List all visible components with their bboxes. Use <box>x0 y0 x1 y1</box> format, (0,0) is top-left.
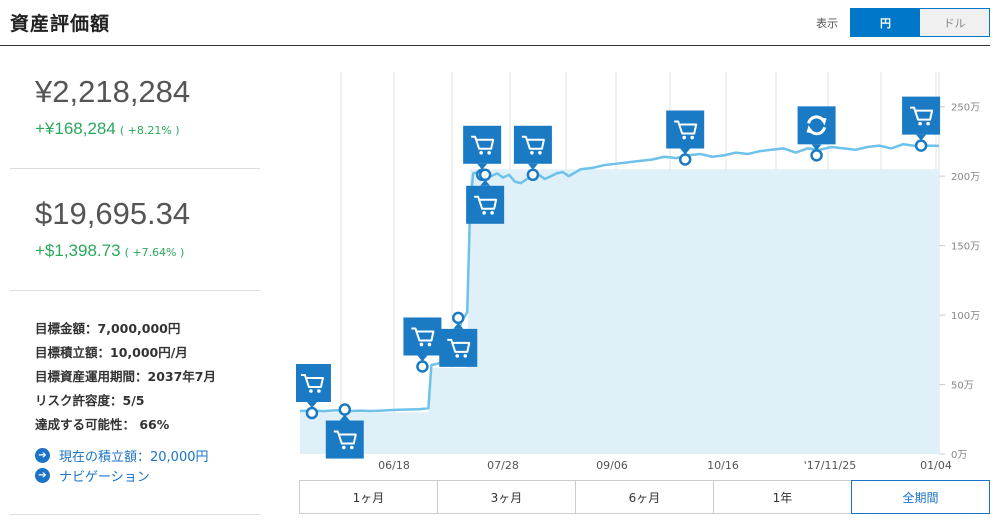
range-1-year-button[interactable]: 1年 <box>714 481 852 513</box>
yen-total-value: ¥2,218,284 <box>35 74 191 109</box>
navigation-link[interactable]: ➔ ナビゲーション <box>35 465 150 485</box>
summary-panel: ¥2,218,284 +¥168,284( +8.21% ) $19,695.3… <box>0 47 262 522</box>
event-dot[interactable] <box>416 360 429 373</box>
asset-chart-svg: 0万 50万 100万 150万 200万 250万 06/18 07/28 09/06 10/1… <box>296 72 980 472</box>
range-all-button[interactable]: 全期間 <box>851 480 990 514</box>
invested-area <box>300 169 939 454</box>
cart-icon[interactable] <box>296 364 331 409</box>
cart-icon[interactable] <box>466 179 505 224</box>
range-1-month-button[interactable]: 1ヶ月 <box>300 481 438 513</box>
navigation-label[interactable]: ナビゲーション <box>59 466 150 485</box>
goal-period: 目標資産運用期間：2037年7月 <box>35 369 216 384</box>
y-tick-label: 50万 <box>951 381 974 392</box>
goal-probability: 達成する可能性： 66% <box>35 417 170 432</box>
x-tick-label: 09/06 <box>596 459 628 472</box>
arrow-right-icon: ➔ <box>35 447 50 463</box>
event-dot[interactable] <box>678 153 692 166</box>
yen-change-percent: ( +8.21% ) <box>119 124 180 137</box>
event-dot[interactable] <box>305 406 319 420</box>
y-tick-label: 250万 <box>951 103 980 114</box>
refresh-icon[interactable] <box>797 106 836 151</box>
x-tick-label: 01/04 <box>920 459 952 472</box>
event-dot[interactable] <box>526 168 540 182</box>
arrow-right-icon: ➔ <box>35 467 50 483</box>
y-tick-label: 150万 <box>951 242 980 253</box>
cart-icon[interactable] <box>403 317 442 362</box>
range-6-month-button[interactable]: 6ヶ月 <box>576 481 714 513</box>
currency-usd-button[interactable]: ドル <box>920 9 989 36</box>
cart-icon[interactable] <box>902 96 941 141</box>
cart-icon[interactable] <box>325 414 364 459</box>
current-contribution-label[interactable]: 現在の積立額：20,000円 <box>59 446 209 465</box>
goal-list: 目標金額：7,000,000円 目標積立額：10,000円/月 目標資産運用期間… <box>35 317 216 437</box>
cart-icon[interactable] <box>666 110 705 155</box>
header: 資産評価額 表示 円 ドル <box>0 0 990 46</box>
event-dot[interactable] <box>452 311 465 325</box>
usd-total-value: $19,695.34 <box>35 196 191 231</box>
display-label: 表示 <box>816 17 838 30</box>
yen-change: +¥168,284( +8.21% ) <box>35 119 180 139</box>
asset-chart: 0万 50万 100万 150万 200万 250万 06/18 07/28 09/06 10/1… <box>296 62 999 482</box>
range-3-month-button[interactable]: 3ヶ月 <box>438 481 576 513</box>
y-tick-label: 200万 <box>951 172 980 183</box>
event-dot[interactable] <box>338 403 352 416</box>
cart-icon[interactable] <box>513 125 552 170</box>
divider <box>10 514 260 515</box>
page-title: 資産評価額 <box>10 13 111 35</box>
current-contribution-link[interactable]: ➔ 現在の積立額：20,000円 <box>35 445 209 465</box>
y-tick-label: 0万 <box>951 450 967 461</box>
x-tick-label: 06/18 <box>378 459 410 472</box>
usd-change: +$1,398.73( +7.64% ) <box>35 241 184 261</box>
event-dot[interactable] <box>810 149 823 162</box>
y-tick-label: 100万 <box>951 311 980 322</box>
currency-yen-button[interactable]: 円 <box>851 9 920 36</box>
range-selector: 1ヶ月 3ヶ月 6ヶ月 1年 全期間 <box>299 480 990 514</box>
yen-value-block: ¥2,218,284 +¥168,284( +8.21% ) <box>10 47 260 169</box>
usd-change-amount: +$1,398.73 <box>35 241 121 260</box>
yen-change-amount: +¥168,284 <box>35 119 116 138</box>
cart-icon[interactable] <box>439 322 478 367</box>
goal-monthly: 目標積立額：10,000円/月 <box>35 345 188 360</box>
currency-toggle: 円 ドル <box>850 8 990 37</box>
event-dot[interactable] <box>478 168 492 182</box>
x-tick-label: '17/11/25 <box>804 459 856 472</box>
event-dot[interactable] <box>914 139 928 152</box>
goal-amount: 目標金額：7,000,000円 <box>35 321 181 336</box>
x-tick-label: 07/28 <box>487 459 519 472</box>
goal-risk: リスク許容度：5/5 <box>35 393 145 408</box>
usd-change-percent: ( +7.64% ) <box>124 246 185 259</box>
usd-value-block: $19,695.34 +$1,398.73( +7.64% ) <box>10 169 260 291</box>
cart-icon[interactable] <box>463 125 502 170</box>
x-tick-label: 10/16 <box>707 459 739 472</box>
